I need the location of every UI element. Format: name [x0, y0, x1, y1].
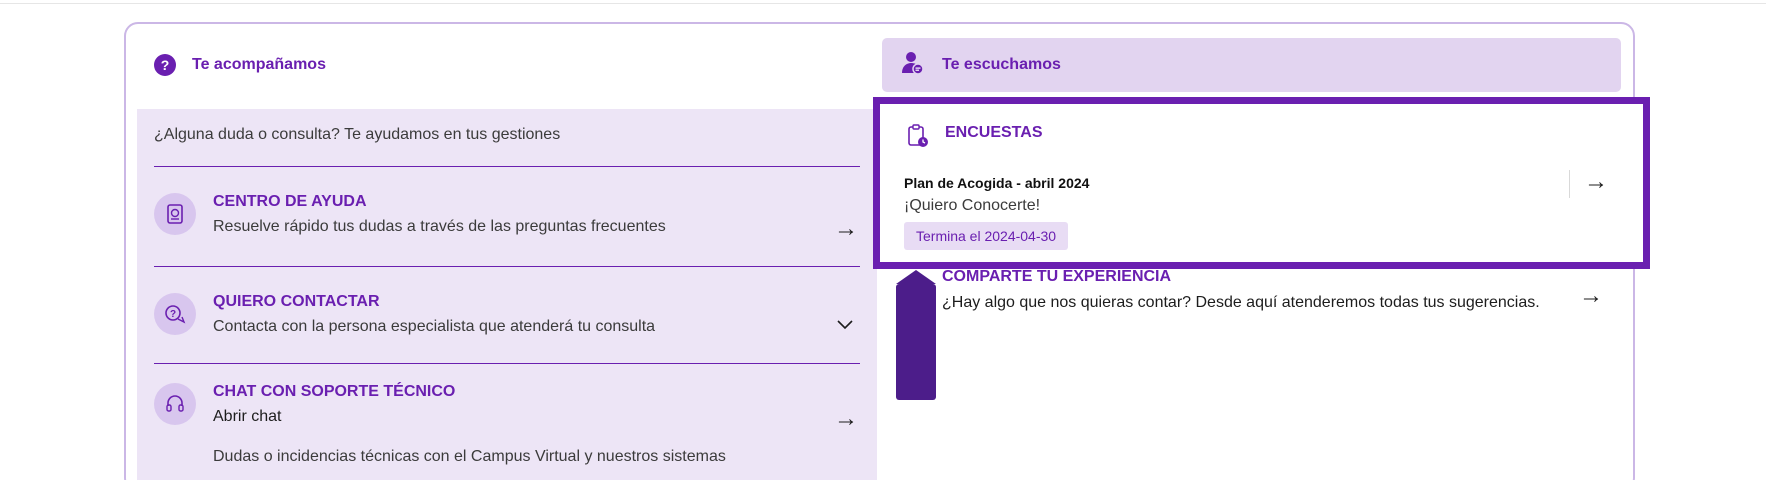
top-divider	[0, 3, 1766, 4]
separator	[1569, 170, 1570, 198]
contact-subtitle: Contacta con la persona especialista que…	[213, 318, 656, 335]
arrow-right-icon[interactable]: →	[1584, 170, 1608, 194]
chevron-down-icon[interactable]	[837, 317, 853, 333]
open-chat-link[interactable]: Abrir chat	[213, 408, 281, 426]
left-header-title: Te acompañamos	[192, 56, 326, 73]
help-center-item[interactable]: CENTRO DE AYUDA Resuelve rápido tus duda…	[154, 193, 860, 253]
surveys-section: ENCUESTAS Plan de Acogida - abril 2024 ¡…	[873, 97, 1650, 269]
tech-support-item[interactable]: CHAT CON SOPORTE TÉCNICO Abrir chat → Du…	[154, 383, 860, 480]
svg-text:?: ?	[170, 309, 176, 320]
contact-title: QUIERO CONTACTAR	[213, 293, 380, 310]
arrow-right-icon[interactable]: →	[834, 407, 858, 431]
right-header: Te escuchamos	[882, 38, 1621, 92]
help-center-subtitle: Resuelve rápido tus dudas a través de la…	[213, 218, 666, 235]
survey-subtitle: ¡Quiero Conocerte!	[904, 197, 1041, 214]
chat-question-icon: ?	[154, 293, 196, 335]
left-header: ? Te acompañamos	[154, 50, 326, 80]
divider	[154, 166, 860, 167]
surveys-title: ENCUESTAS	[945, 124, 1043, 141]
help-center-title: CENTRO DE AYUDA	[213, 193, 367, 210]
headset-icon	[154, 383, 196, 425]
right-header-title: Te escuchamos	[942, 56, 1061, 73]
clipboard-clock-icon	[907, 124, 928, 147]
help-intro: ¿Alguna duda o consulta? Te ayudamos en …	[154, 126, 561, 143]
tech-support-title: CHAT CON SOPORTE TÉCNICO	[213, 383, 456, 400]
question-circle-icon: ?	[154, 54, 176, 76]
divider	[154, 266, 860, 267]
share-experience-subtitle: ¿Hay algo que nos quieras contar? Desde …	[942, 294, 1540, 311]
survey-deadline-badge: Termina el 2024-04-30	[904, 222, 1069, 250]
help-panel: ¿Alguna duda o consulta? Te ayudamos en …	[137, 109, 877, 480]
share-experience-title[interactable]: COMPARTE TU EXPERIENCIA	[942, 268, 1171, 286]
arrow-right-icon[interactable]: →	[1579, 284, 1603, 308]
tech-support-description: Dudas o incidencias técnicas con el Camp…	[213, 448, 726, 465]
bookmark-shape	[896, 270, 936, 400]
user-chat-icon	[902, 51, 924, 80]
help-book-icon	[154, 193, 196, 235]
contact-item[interactable]: ? QUIERO CONTACTAR Contacta con la perso…	[154, 293, 860, 353]
divider	[154, 363, 860, 364]
survey-title[interactable]: Plan de Acogida - abril 2024	[904, 175, 1089, 191]
arrow-right-icon[interactable]: →	[834, 217, 858, 241]
